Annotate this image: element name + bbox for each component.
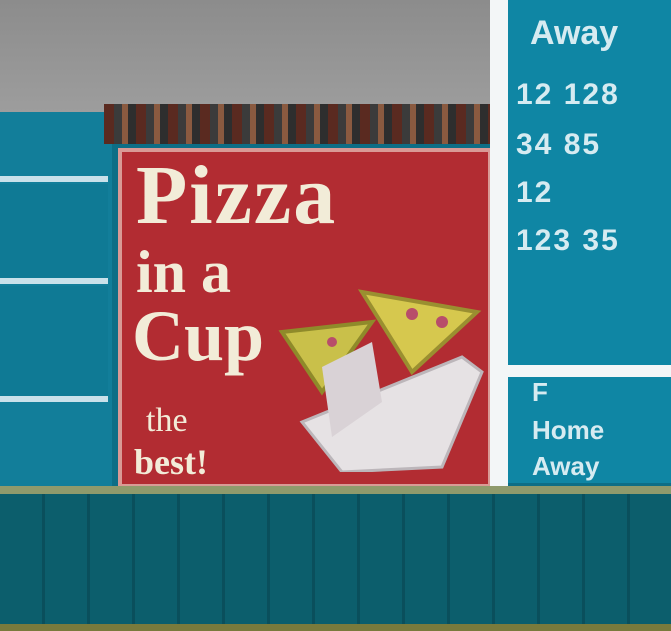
panel-block: [0, 184, 108, 278]
scoreboard-separator: [508, 365, 671, 377]
board-divider: [490, 0, 508, 494]
stadium-scene: Pizza in a Cup the best! Away 12 128 34 …: [0, 0, 671, 631]
scoreboard-label: Home: [532, 415, 605, 445]
warning-track: [0, 624, 671, 631]
pizza-ad-billboard: Pizza in a Cup the best!: [118, 148, 492, 488]
scoreboard-top: Away 12 128 34 85 12 123 35: [508, 0, 671, 365]
sky-background: [0, 0, 490, 112]
ad-tagline: the: [146, 402, 188, 439]
panel-stripe: [0, 278, 108, 284]
outfield-wall: [0, 494, 671, 631]
scoreboard-row: 123 35: [516, 224, 620, 257]
scoreboard-header: Away: [530, 14, 619, 52]
scoreboard-row: 12 128: [516, 78, 620, 111]
ad-subtitle: in a: [136, 239, 232, 305]
ad-slogan: best!: [134, 442, 208, 482]
stand-roofline: [104, 104, 490, 144]
ad-title: Pizza: [136, 149, 338, 242]
panel-stripe: [0, 176, 108, 182]
scoreboard-bottom: F Home Away: [508, 377, 671, 483]
panel-block: [0, 286, 108, 396]
ad-cup-word: Cup: [132, 296, 265, 376]
left-scoreboard-panel: [0, 112, 112, 494]
panel-stripe: [0, 396, 108, 402]
scoreboard-row: 34 85: [516, 128, 602, 161]
pizza-slice-in-cup-icon: [278, 289, 484, 472]
scoreboard-row: 12: [516, 176, 554, 209]
scoreboard-label: Away: [532, 451, 600, 481]
scoreboard-label: F: [532, 377, 548, 407]
